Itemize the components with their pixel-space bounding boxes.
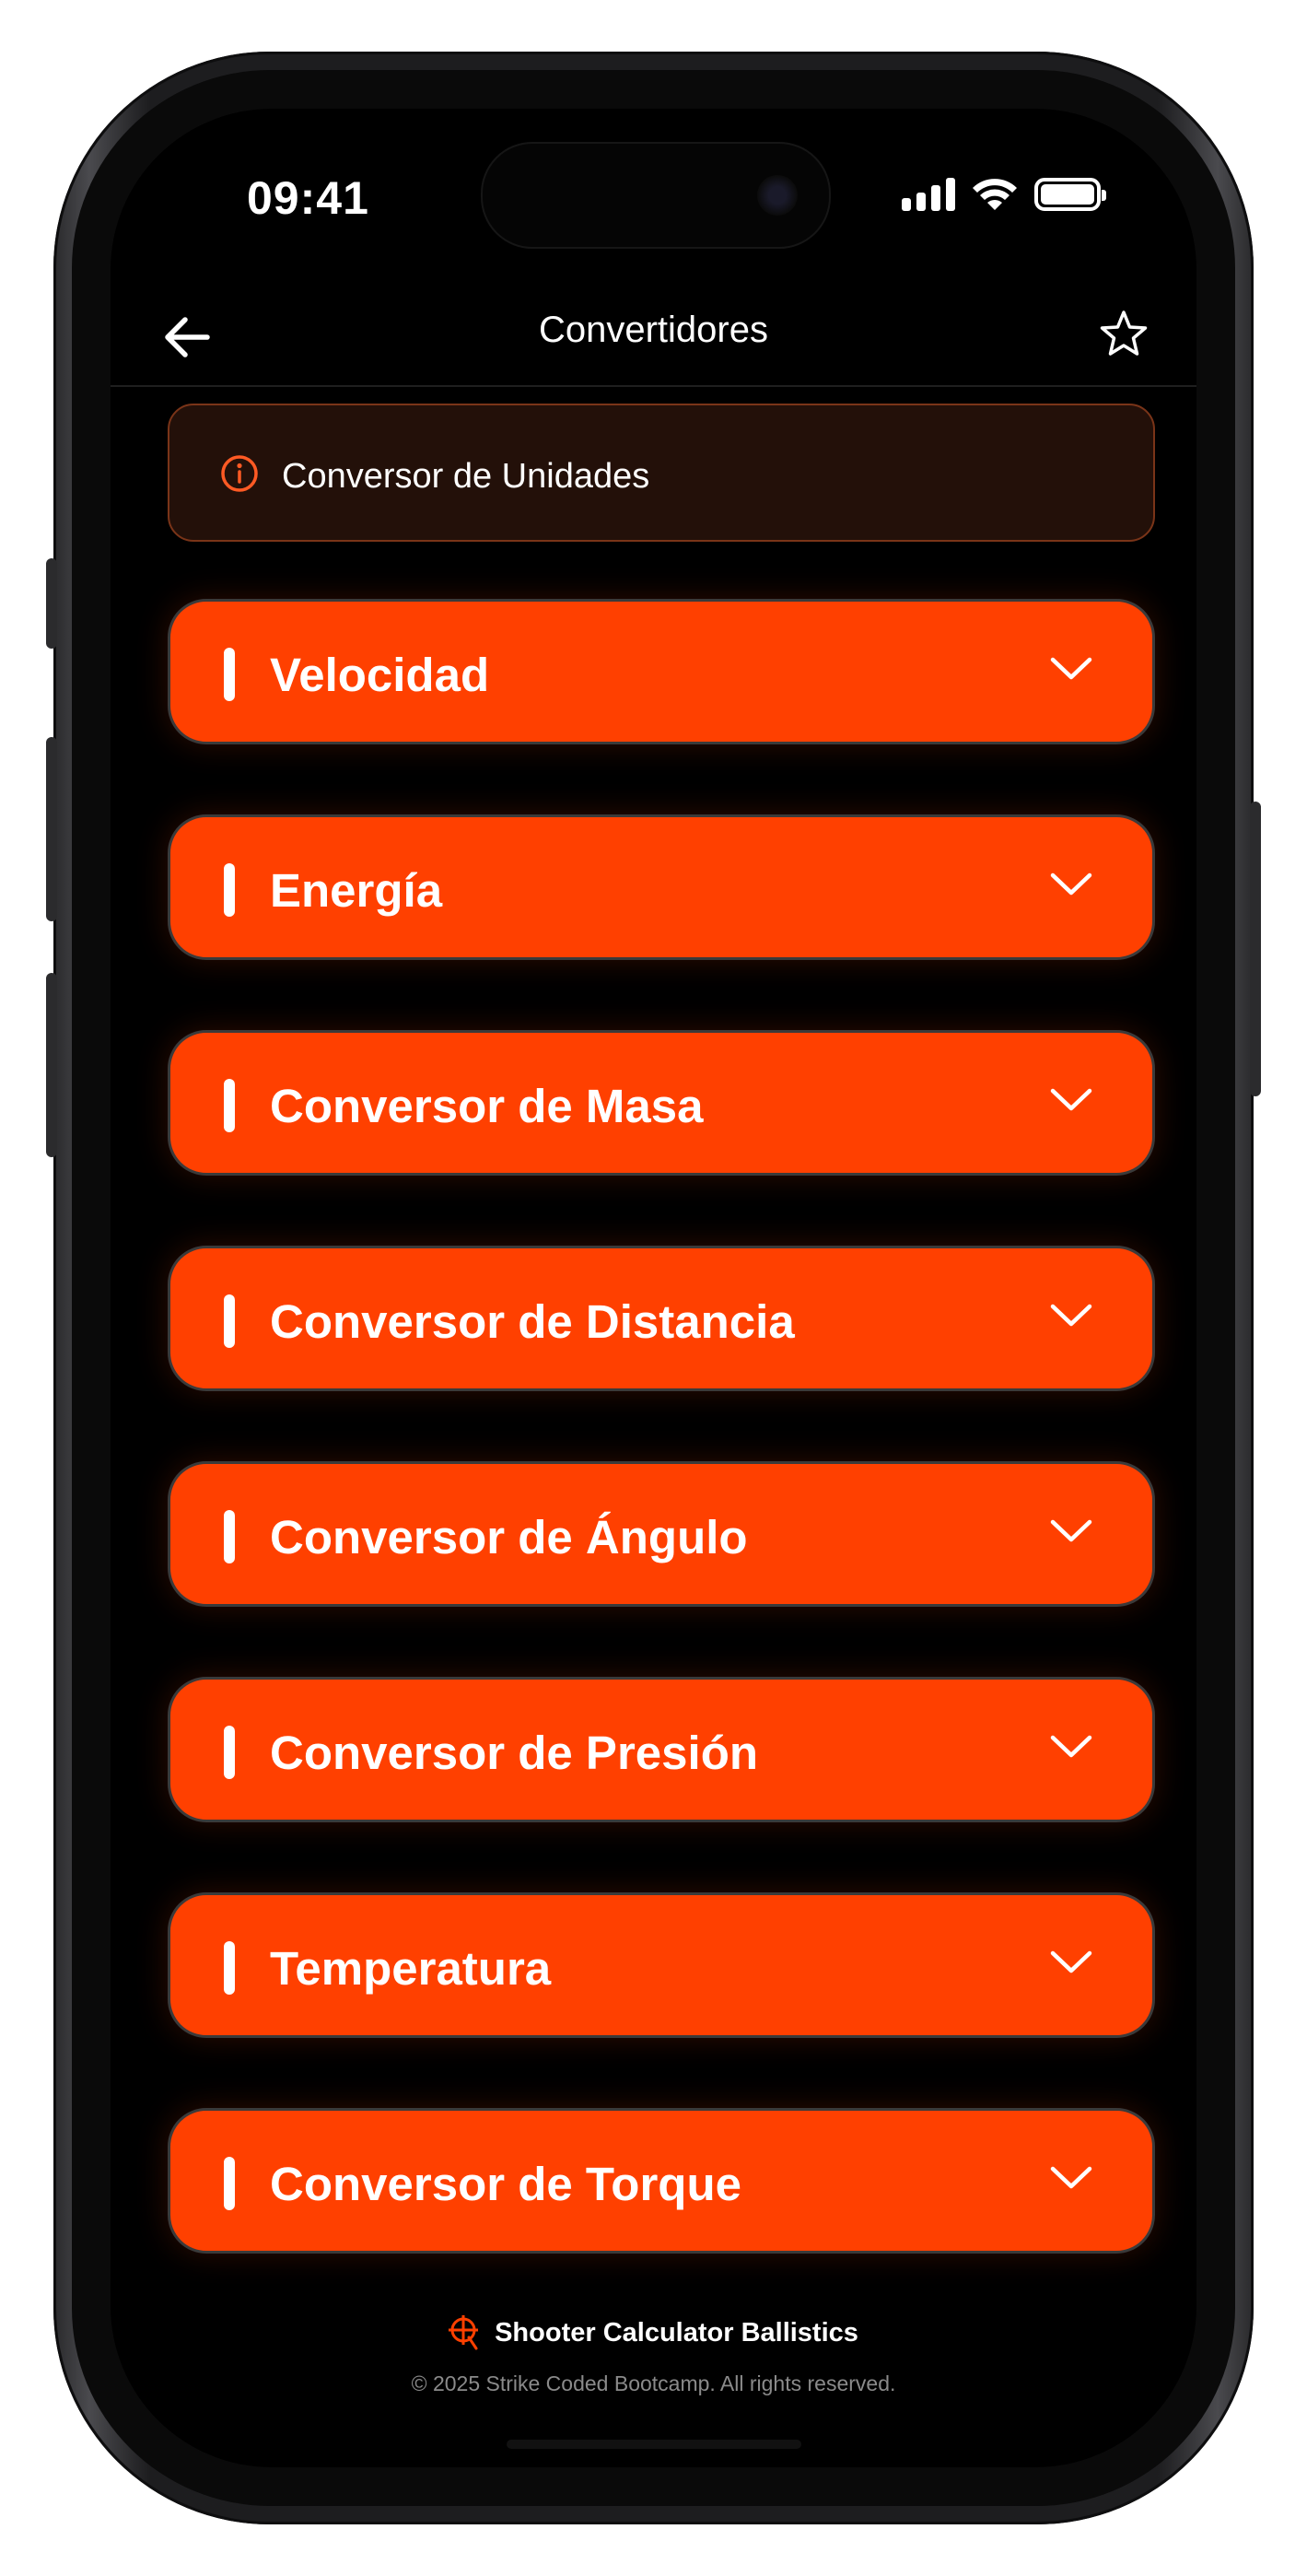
- wifi-icon: [973, 179, 1017, 210]
- volume-down-button: [46, 973, 57, 1157]
- chevron-down-icon: [1050, 1950, 1092, 1973]
- chevron-down-icon: [1050, 1088, 1092, 1111]
- converter-angulo[interactable]: Conversor de Ángulo: [168, 1461, 1155, 1607]
- converter-label: Conversor de Masa: [270, 1080, 704, 1132]
- chevron-down-icon: [1050, 872, 1092, 896]
- accent-bar: [224, 648, 235, 701]
- crosshair-logo-icon: [449, 2315, 479, 2350]
- cellular-signal-icon: [902, 178, 955, 211]
- volume-up-button: [46, 737, 57, 921]
- info-circle-icon: [221, 455, 258, 492]
- converter-temperatura[interactable]: Temperatura: [168, 1892, 1155, 2038]
- status-icons: [902, 177, 1106, 212]
- home-indicator: [507, 2440, 801, 2449]
- accent-bar: [224, 2157, 235, 2210]
- converter-torque[interactable]: Conversor de Torque: [168, 2108, 1155, 2254]
- accent-bar: [224, 1294, 235, 1348]
- converter-energia[interactable]: Energía: [168, 814, 1155, 960]
- converter-label: Temperatura: [270, 1942, 552, 1995]
- converter-distancia[interactable]: Conversor de Distancia: [168, 1246, 1155, 1391]
- accent-bar: [224, 863, 235, 917]
- converter-presion[interactable]: Conversor de Presión: [168, 1677, 1155, 1822]
- action-button: [46, 558, 57, 649]
- converter-masa[interactable]: Conversor de Masa: [168, 1030, 1155, 1176]
- star-icon[interactable]: [1097, 308, 1150, 361]
- accent-bar: [224, 1079, 235, 1132]
- chevron-down-icon: [1050, 2166, 1092, 2189]
- footer-brand: Shooter Calculator Ballistics: [111, 2315, 1196, 2350]
- status-time: 09:41: [247, 172, 369, 224]
- info-banner-text: Conversor de Unidades: [282, 457, 650, 496]
- footer-brand-name: Shooter Calculator Ballistics: [495, 2317, 858, 2348]
- accent-bar: [224, 1510, 235, 1563]
- screen: 09:41 Convertidores Conversor de Unidade…: [111, 109, 1196, 2467]
- converter-label: Conversor de Ángulo: [270, 1511, 748, 1563]
- page-title: Convertidores: [538, 310, 768, 350]
- chevron-down-icon: [1050, 1304, 1092, 1327]
- converter-label: Velocidad: [270, 649, 490, 701]
- chevron-down-icon: [1050, 657, 1092, 680]
- accent-bar: [224, 1941, 235, 1995]
- converter-label: Energía: [270, 864, 443, 917]
- converter-label: Conversor de Presión: [270, 1727, 758, 1779]
- chevron-down-icon: [1050, 1735, 1092, 1758]
- converter-label: Conversor de Torque: [270, 2158, 741, 2210]
- info-banner: Conversor de Unidades: [168, 404, 1155, 542]
- camera-icon: [757, 175, 798, 216]
- converter-label: Conversor de Distancia: [270, 1295, 795, 1348]
- power-button: [1250, 802, 1261, 1096]
- nav-bar: Convertidores: [111, 284, 1196, 387]
- chevron-down-icon: [1050, 1519, 1092, 1542]
- footer-copyright: © 2025 Strike Coded Bootcamp. All rights…: [411, 2371, 896, 2395]
- converter-velocidad[interactable]: Velocidad: [168, 599, 1155, 744]
- accent-bar: [224, 1726, 235, 1779]
- dynamic-island: [481, 142, 831, 249]
- battery-icon: [1034, 178, 1106, 211]
